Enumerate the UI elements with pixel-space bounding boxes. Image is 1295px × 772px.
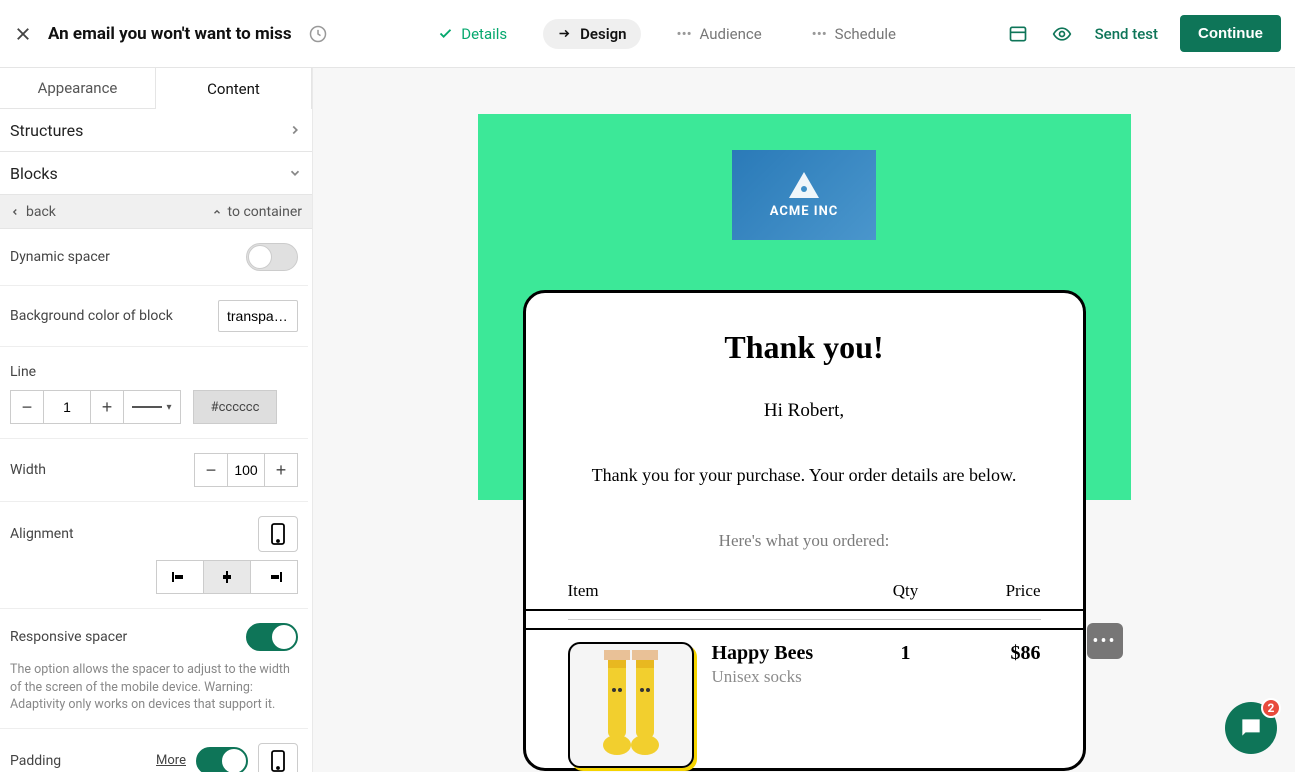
product-qty: 1: [861, 642, 951, 768]
step-schedule[interactable]: ••• Schedule: [798, 19, 910, 49]
line-increment[interactable]: +: [90, 390, 124, 424]
width-value[interactable]: [228, 453, 264, 487]
sidebar: Appearance Content Structures Blocks bac…: [0, 68, 313, 772]
canvas: ACME INC Thank you! Hi Robert, Thank you…: [313, 68, 1295, 772]
email-greeting: Hi Robert,: [526, 400, 1083, 422]
dots-icon: •••: [1092, 631, 1116, 652]
chat-badge: 2: [1261, 698, 1281, 718]
mobile-preview-button[interactable]: [258, 516, 298, 552]
phone-icon: [271, 750, 285, 772]
dots-icon: •••: [812, 26, 827, 41]
align-right-button[interactable]: [250, 560, 298, 594]
email-ordered-label: Here's what you ordered:: [526, 531, 1083, 551]
line-style-select[interactable]: ▾: [123, 390, 181, 424]
chat-icon: [1238, 715, 1264, 741]
line-color-chip[interactable]: #cccccc: [193, 390, 277, 424]
email-thanks: Thank you for your purchase. Your order …: [526, 462, 1083, 489]
tab-appearance[interactable]: Appearance: [0, 68, 156, 109]
arrow-right-icon: [557, 26, 572, 41]
step-audience[interactable]: ••• Audience: [663, 19, 776, 49]
accordion-label: Structures: [10, 121, 83, 140]
desktop-preview-icon[interactable]: [1007, 24, 1029, 44]
product-price: $86: [951, 642, 1041, 768]
dynamic-spacer-label: Dynamic spacer: [10, 249, 110, 265]
bgcolor-label: Background color of block: [10, 308, 173, 324]
product-image: [568, 642, 694, 768]
line-value[interactable]: [44, 390, 90, 424]
close-icon[interactable]: [14, 25, 32, 43]
width-increment[interactable]: +: [264, 453, 298, 487]
responsive-toggle[interactable]: [246, 623, 298, 651]
alignment-label: Alignment: [10, 526, 74, 542]
send-test-link[interactable]: Send test: [1095, 25, 1158, 43]
step-label: Schedule: [835, 25, 896, 43]
align-left-button[interactable]: [156, 560, 204, 594]
chevron-down-icon: [288, 166, 302, 180]
padding-toggle[interactable]: [196, 747, 248, 772]
step-label: Design: [580, 25, 626, 43]
align-right-icon: [265, 570, 283, 584]
continue-button[interactable]: Continue: [1180, 15, 1281, 52]
padding-more-link[interactable]: More: [156, 753, 186, 768]
step-label: Details: [461, 25, 507, 43]
step-design[interactable]: Design: [543, 19, 640, 49]
chevron-down-icon: ▾: [166, 402, 171, 413]
accordion-blocks[interactable]: Blocks: [0, 152, 312, 195]
socks-icon: [586, 650, 676, 760]
align-left-icon: [171, 570, 189, 584]
responsive-label: Responsive spacer: [10, 629, 127, 645]
eye-icon[interactable]: [1051, 24, 1073, 44]
page-title: An email you won't want to miss: [48, 24, 292, 44]
width-decrement[interactable]: −: [194, 453, 228, 487]
tab-content[interactable]: Content: [156, 68, 312, 109]
accordion-label: Blocks: [10, 164, 58, 183]
step-label: Audience: [700, 25, 762, 43]
step-details[interactable]: Details: [424, 19, 521, 49]
logo-icon: [789, 172, 819, 198]
breadcrumb-container-label: to container: [228, 204, 302, 220]
breadcrumb: back to container: [0, 195, 312, 229]
width-label: Width: [10, 462, 46, 478]
breadcrumb-container[interactable]: to container: [212, 204, 302, 220]
col-qty: Qty: [861, 581, 951, 601]
breadcrumb-back-label: back: [26, 204, 56, 220]
breadcrumb-back[interactable]: back: [10, 204, 56, 220]
responsive-help: The option allows the spacer to adjust t…: [10, 661, 298, 714]
accordion-structures[interactable]: Structures: [0, 109, 312, 152]
history-icon[interactable]: [308, 24, 328, 44]
product-name: Happy Bees: [712, 642, 861, 665]
email-heading: Thank you!: [526, 329, 1083, 366]
align-center-icon: [218, 570, 236, 584]
dynamic-spacer-toggle[interactable]: [246, 243, 298, 271]
chevron-left-icon: [10, 207, 20, 217]
line-item-row: Happy Bees Unisex socks 1 $86: [526, 630, 1083, 768]
dots-icon: •••: [677, 26, 692, 41]
line-label: Line: [10, 364, 36, 380]
check-icon: [438, 26, 453, 41]
line-color-value: #cccccc: [211, 400, 260, 415]
bgcolor-input[interactable]: [218, 300, 298, 332]
padding-mobile-button[interactable]: [258, 743, 298, 772]
brand-logo: ACME INC: [732, 150, 876, 240]
col-price: Price: [951, 581, 1041, 601]
block-menu-button[interactable]: •••: [1087, 623, 1123, 659]
email-receipt[interactable]: Thank you! Hi Robert, Thank you for your…: [523, 290, 1086, 771]
col-item: Item: [568, 581, 861, 601]
line-decrement[interactable]: −: [10, 390, 44, 424]
brand-name: ACME INC: [770, 204, 839, 219]
chevron-up-icon: [212, 207, 222, 217]
phone-icon: [271, 523, 285, 545]
chat-button[interactable]: 2: [1225, 702, 1277, 754]
product-subtitle: Unisex socks: [712, 667, 861, 687]
padding-label: Padding: [10, 753, 61, 769]
chevron-right-icon: [288, 123, 302, 137]
align-center-button[interactable]: [203, 560, 251, 594]
spacer-block-selected[interactable]: [526, 609, 1083, 630]
